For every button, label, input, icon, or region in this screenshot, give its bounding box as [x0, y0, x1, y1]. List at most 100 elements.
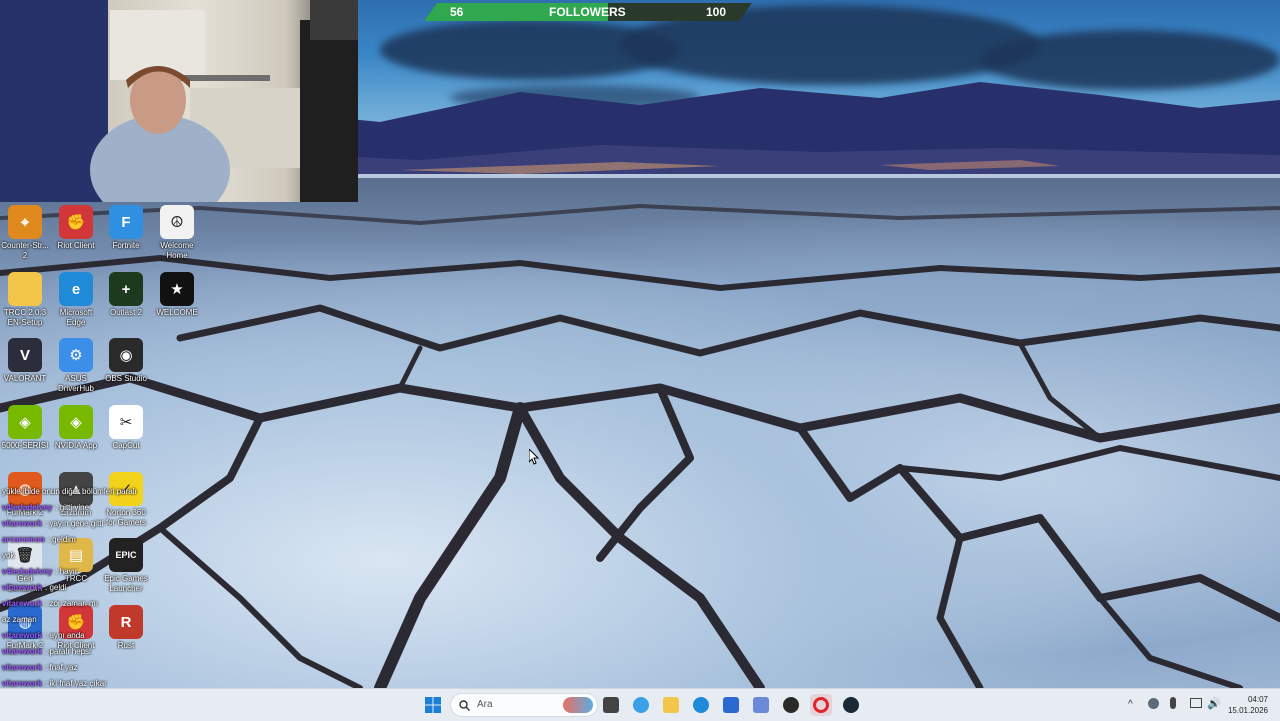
chat-text: az zaman — [2, 615, 37, 624]
edge-icon: e — [59, 272, 93, 306]
desktop-icon-obs-studio[interactable]: ◉ OBS Studio — [101, 338, 151, 384]
desktop-icon-label: TRCC 2.0.3 EN-Setup — [3, 308, 47, 327]
capcut-icon: ✂ — [109, 405, 143, 439]
taskbar-folder-button[interactable] — [660, 694, 682, 716]
store-icon — [723, 697, 739, 713]
taskbar-opera-button[interactable] — [810, 694, 832, 716]
followers-goal: 100 — [706, 5, 727, 19]
welcome-star-icon: ★ — [160, 272, 194, 306]
desktop-icon-asus-driverhub[interactable]: ⚙ ASUS DriverHub — [51, 338, 101, 394]
chat-username: vitarework — [2, 631, 43, 640]
chat-text: : paralı hepsi — [45, 647, 91, 656]
riot-client-icon: ✊ — [59, 205, 93, 239]
chat-message: vitarework: aynı anda — [2, 628, 232, 644]
chat-text: yükle ibide onun diğer bölümleri paralı — [2, 487, 137, 496]
fortnite-icon: F — [109, 205, 143, 239]
chat-text: : gitti yine — [55, 503, 90, 512]
desktop-icon-welcome-home[interactable]: ☮ Welcome Home — [152, 205, 202, 261]
stream-chat-overlay: yükle ibide onun diğer bölümleri paralı v… — [2, 484, 232, 708]
desktop-icon-valorant[interactable]: V VALORANT — [0, 338, 50, 384]
chat-text: : yayın gene gitti — [45, 519, 104, 528]
taskbar: Ara ^ 🔊 04:07 15.01.2026 — [0, 688, 1280, 721]
desktop-icon-label: VALORANT — [3, 374, 47, 383]
chat-username: vitarework — [2, 599, 43, 608]
taskbar-obs-button[interactable] — [780, 694, 802, 716]
taskbar-file-explorer-button[interactable] — [600, 694, 622, 716]
desktop-icon-riot-client[interactable]: ✊ Riot Client — [51, 205, 101, 251]
desktop-icon-outlast[interactable]: + Outlast 2 — [101, 272, 151, 318]
tray-date[interactable]: 15.01.2026 — [1222, 706, 1268, 715]
opera-icon — [813, 697, 829, 713]
network-tray-icon[interactable] — [1148, 698, 1159, 709]
chat-username: vitarework — [2, 519, 43, 528]
chat-text: : aynı anda — [45, 631, 85, 640]
desktop-icon-capcut[interactable]: ✂ CapCut — [101, 405, 151, 451]
tray-time[interactable]: 04:07 — [1230, 695, 1268, 704]
chat-message: yükle ibide onun diğer bölümleri paralı — [2, 484, 232, 500]
webcam-overlay — [0, 0, 358, 202]
desktop-icon-label: Fortnite — [112, 241, 140, 250]
desktop-icon-folder[interactable]: TRCC 2.0.3 EN-Setup — [0, 272, 50, 328]
welcome-home-icon: ☮ — [160, 205, 194, 239]
desktop-icon-edge[interactable]: e Microsoft Edge — [51, 272, 101, 328]
chat-text: yok — [2, 551, 15, 560]
taskbar-search-box[interactable]: Ara — [450, 693, 598, 717]
desktop-icon-nvidia[interactable]: ◈ 5000-SERISI — [0, 405, 50, 451]
desktop-icon-welcome-star[interactable]: ★ WELCOME — [152, 272, 202, 318]
windows-start-icon — [425, 697, 441, 713]
chevron-up-icon[interactable]: ^ — [1128, 699, 1133, 710]
chat-message: vitarework: yayın gene gitti — [2, 516, 232, 532]
chat-message: vitarework: zor zaman mı — [2, 596, 232, 612]
taskbar-copilot-button[interactable] — [630, 694, 652, 716]
chat-username: v4lerladelvey — [2, 503, 53, 512]
taskbar-gem-button[interactable] — [750, 694, 772, 716]
nvidia-icon: ◈ — [8, 405, 42, 439]
desktop-icon-label: ASUS DriverHub — [57, 374, 94, 393]
desktop-icon-label: CapCut — [112, 441, 140, 450]
desktop-icon-label: Outlast 2 — [109, 308, 142, 317]
start-button[interactable] — [422, 694, 444, 716]
chat-username: vitarework — [2, 679, 43, 688]
chat-message: az zaman — [2, 612, 232, 628]
chat-username: v4lerladelvey — [2, 567, 53, 576]
taskbar-store-button[interactable] — [720, 694, 742, 716]
chat-message: v4lerladelvey: hayır — [2, 564, 232, 580]
folder-icon — [663, 697, 679, 713]
desktop-icon-label: NVIDIA App — [54, 441, 98, 450]
counter-strike-icon: ⌖ — [8, 205, 42, 239]
desktop-icon-label: 5000-SERISI — [1, 441, 49, 450]
desktop-icon-label: Riot Client — [57, 241, 95, 250]
desktop-icon-label: OBS Studio — [105, 374, 147, 383]
taskbar-steam-button[interactable] — [840, 694, 862, 716]
copilot-icon — [633, 697, 649, 713]
followers-current: 56 — [450, 5, 464, 19]
followers-label: FOLLOWERS — [549, 5, 626, 19]
desktop-icon-nvidia-app[interactable]: ◈ NVIDIA App — [51, 405, 101, 451]
desktop-icon-counter-strike[interactable]: ⌖ Counter-Str... 2 — [0, 205, 50, 261]
desktop-icon-label: Counter-Str... 2 — [1, 241, 49, 260]
volume-icon[interactable]: 🔊 — [1207, 697, 1221, 710]
microphone-icon[interactable] — [1170, 697, 1176, 709]
chat-text: : fnaf yaz — [45, 663, 78, 672]
asus-driverhub-icon: ⚙ — [59, 338, 93, 372]
chat-username: arcanemon — [2, 535, 45, 544]
desktop-icon-label: Welcome Home — [160, 241, 194, 260]
search-placeholder: Ara — [477, 699, 493, 710]
chat-message: yok — [2, 548, 232, 564]
search-highlight-icon — [563, 697, 593, 713]
mouse-cursor-icon — [529, 449, 540, 465]
display-icon[interactable] — [1190, 698, 1202, 708]
outlast-icon: + — [109, 272, 143, 306]
chat-message: vitarework: geldi — [2, 580, 232, 596]
chat-message: vitarework: fnaf yaz — [2, 660, 232, 676]
gem-icon — [753, 697, 769, 713]
steam-icon — [843, 697, 859, 713]
taskbar-edge-button[interactable] — [690, 694, 712, 716]
chat-message: v4lerladelvey: gitti yine — [2, 500, 232, 516]
desktop-icon-label: WELCOME — [156, 308, 198, 317]
chat-text: : iki fnaf yaz çıkar — [45, 679, 107, 688]
desktop-icon-fortnite[interactable]: F Fortnite — [101, 205, 151, 251]
webcam-scene — [0, 0, 358, 202]
valorant-icon: V — [8, 338, 42, 372]
chat-username: vitarework — [2, 663, 43, 672]
